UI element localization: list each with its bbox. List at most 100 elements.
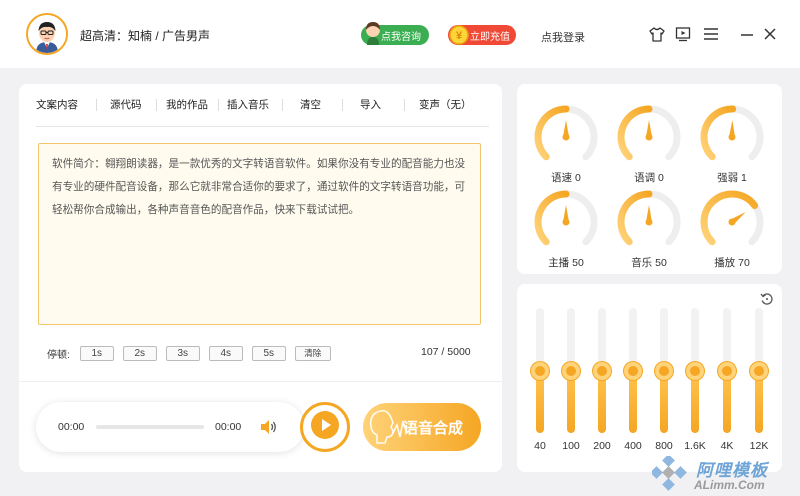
dial-hub	[562, 133, 570, 141]
pause-3s-button[interactable]: 3s	[165, 345, 200, 361]
pause-1s-button[interactable]: 1s	[79, 345, 114, 361]
pause-row: 停顿: 1s 2s 3s 4s 5s 清除	[47, 345, 331, 361]
screen-icon[interactable]	[674, 25, 692, 43]
play-button[interactable]	[300, 402, 350, 452]
eq-fill	[598, 370, 606, 433]
dial-label: 主播 50	[548, 257, 584, 269]
dial-hub	[728, 218, 736, 226]
dial-graphic	[534, 105, 598, 161]
eq-label: 800	[655, 440, 673, 452]
text-editor[interactable]: 软件简介：翱翔朗读器，是一款优秀的文字转语音软件。如果你没有专业的配音能力也没有…	[38, 143, 481, 325]
login-link[interactable]: 点我登录	[541, 29, 585, 45]
dial-hub	[645, 218, 653, 226]
volume-icon[interactable]	[260, 419, 278, 440]
pause-clear-button[interactable]: 清除	[294, 345, 331, 361]
synthesize-button[interactable]: 语音合成	[363, 403, 481, 451]
consult-label: 点我咨询	[381, 31, 421, 43]
dial-hub	[728, 133, 736, 141]
eq-band[interactable]: 40	[529, 308, 551, 470]
divider	[19, 381, 502, 382]
tab-divider	[342, 99, 343, 111]
recharge-label: 立即充值	[470, 31, 510, 43]
dial-5[interactable]: 播放 70	[697, 187, 767, 269]
eq-label: 400	[624, 440, 642, 452]
eq-band[interactable]: 200	[591, 308, 613, 470]
dial-fill	[534, 105, 570, 161]
tab-import[interactable]: 导入	[360, 97, 381, 113]
eq-knob[interactable]	[531, 361, 549, 380]
svg-text:¥: ¥	[456, 30, 463, 42]
dial-2[interactable]: 强弱 1	[697, 102, 767, 184]
watermark-en: ALimm.Com	[694, 478, 765, 492]
avatar[interactable]	[26, 13, 68, 55]
eq-band[interactable]: 1.6K	[684, 308, 706, 470]
eq-fill	[691, 370, 699, 433]
consult-button[interactable]: 点我咨询	[361, 22, 429, 45]
eq-fill	[660, 370, 668, 433]
reset-icon[interactable]	[760, 292, 774, 306]
eq-knob[interactable]	[718, 361, 736, 380]
app-title: 超高清：知楠 / 广告男声	[80, 29, 211, 43]
eq-band[interactable]: 800	[653, 308, 675, 470]
eq-knob[interactable]	[562, 361, 580, 380]
dial-4[interactable]: 音乐 50	[614, 187, 684, 269]
pause-4s-button[interactable]: 4s	[208, 345, 243, 361]
progress-bar[interactable]	[96, 425, 204, 429]
dial-label: 强弱 1	[717, 172, 747, 184]
pause-2s-button[interactable]: 2s	[122, 345, 157, 361]
dial-graphic	[617, 105, 681, 161]
dial-graphic	[700, 105, 764, 161]
eq-knob[interactable]	[593, 361, 611, 380]
total-time: 00:00	[215, 421, 242, 433]
dial-fill	[700, 190, 759, 246]
coin-icon: ¥	[448, 22, 470, 46]
dial-graphic	[700, 190, 764, 246]
tab-my-works[interactable]: 我的作品	[166, 97, 208, 113]
eq-knob[interactable]	[750, 361, 768, 380]
tab-bar: 文案内容 源代码 我的作品 插入音乐 清空 导入 变声（无）	[36, 97, 489, 127]
eq-label: 40	[534, 440, 546, 452]
eq-fill	[629, 370, 637, 433]
tab-insert-music[interactable]: 插入音乐	[227, 97, 269, 113]
eq-band[interactable]: 12K	[748, 308, 770, 470]
dial-graphic	[534, 190, 598, 246]
eq-knob[interactable]	[624, 361, 642, 380]
tab-source-code[interactable]: 源代码	[110, 97, 142, 113]
eq-band[interactable]: 4K	[716, 308, 738, 470]
audio-player: 00:00 00:00	[36, 402, 304, 452]
tab-copy-content[interactable]: 文案内容	[36, 97, 78, 113]
eq-band[interactable]: 400	[622, 308, 644, 470]
dial-fill	[534, 190, 570, 246]
close-icon[interactable]	[761, 25, 779, 43]
eq-knob[interactable]	[655, 361, 673, 380]
title-bar: 超高清：知楠 / 广告男声 点我咨询 ¥ 立即充值 点我登录	[0, 0, 800, 68]
watermark: 阿哩模板 ALimm.Com	[648, 452, 800, 496]
dial-label: 语速 0	[551, 172, 581, 184]
watermark-logo-icon	[652, 456, 687, 491]
eq-band[interactable]: 100	[560, 308, 582, 470]
eq-label: 100	[562, 440, 580, 452]
eq-fill	[567, 370, 575, 433]
menu-icon[interactable]	[702, 25, 720, 43]
eq-label: 1.6K	[684, 440, 706, 452]
equalizer-panel: 40 100 200 400 800 1.6K 4K 12K	[517, 284, 782, 472]
eq-fill	[536, 370, 544, 433]
dial-label: 语调 0	[634, 172, 664, 184]
eq-knob[interactable]	[686, 361, 704, 380]
tab-divider	[156, 99, 157, 111]
pause-5s-button[interactable]: 5s	[251, 345, 286, 361]
dial-1[interactable]: 语调 0	[614, 102, 684, 184]
dial-label: 音乐 50	[631, 257, 667, 269]
dial-3[interactable]: 主播 50	[531, 187, 601, 269]
voice-wave-icon	[363, 403, 413, 451]
dial-0[interactable]: 语速 0	[531, 102, 601, 184]
pause-label: 停顿:	[47, 349, 70, 361]
tab-voice-change[interactable]: 变声（无）	[419, 97, 472, 113]
recharge-button[interactable]: ¥ 立即充值	[448, 25, 516, 45]
dial-hub	[645, 133, 653, 141]
editor-text[interactable]: 软件简介：翱翔朗读器，是一款优秀的文字转语音软件。如果你没有专业的配音能力也没有…	[52, 158, 465, 216]
minimize-icon[interactable]	[738, 25, 756, 43]
tab-clear[interactable]: 清空	[300, 97, 321, 113]
skin-icon[interactable]	[648, 25, 666, 43]
dial-fill	[700, 105, 737, 161]
